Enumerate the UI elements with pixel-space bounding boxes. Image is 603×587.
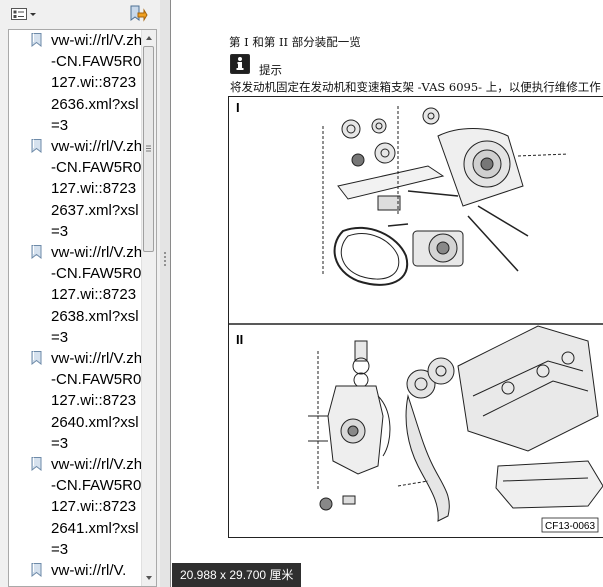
bookmark-label: vw-wi://rl/V.zh-CN.FAW5R0127.wi::8723263…	[51, 138, 143, 240]
document-page: 第 I 和第 II 部分装配一览 提示 将发动机固定在发动机和变速箱支架 -VA…	[171, 0, 603, 587]
grip-icon	[146, 145, 151, 152]
bookmarks-panel: vw-wi://rl/V.zh-CN.FAW5R0127.wi::8723263…	[8, 29, 157, 587]
options-icon	[11, 8, 36, 20]
splitter-grip-icon	[164, 252, 166, 266]
panel-label-ii: II	[236, 332, 243, 347]
bookmark-icon	[31, 351, 42, 365]
bookmark-icon	[31, 563, 42, 577]
bookmarks-sidebar: vw-wi://rl/V.zh-CN.FAW5R0127.wi::8723263…	[0, 0, 161, 587]
scroll-up-arrow-icon[interactable]	[142, 32, 156, 44]
panel-splitter[interactable]	[160, 0, 171, 587]
bookmark-icon	[31, 457, 42, 471]
engine-assembly-figure: I II CF13-0063	[228, 96, 603, 538]
note-text: 将发动机固定在发动机和变速箱支架 -VAS 6095- 上，以便执行维修工作	[230, 80, 601, 94]
info-icon	[230, 54, 250, 74]
bookmark-tool-icon	[130, 5, 148, 22]
bookmarks-scrollbar[interactable]	[141, 30, 156, 586]
bookmark-icon	[31, 139, 42, 153]
bookmark-icon	[31, 33, 42, 47]
bookmark-label: vw-wi://rl/V.zh-CN.FAW5R0127.wi::8723264…	[51, 350, 143, 452]
note-label: 提示	[259, 63, 282, 77]
scroll-down-arrow-icon[interactable]	[142, 572, 156, 584]
bookmark-label: vw-wi://rl/V.zh-CN.FAW5R0127.wi::8723264…	[51, 456, 143, 558]
scrollbar-thumb[interactable]	[143, 46, 154, 252]
page-title: 第 I 和第 II 部分装配一览	[229, 35, 361, 49]
page-size-tooltip: 20.988 x 29.700 厘米	[172, 563, 302, 587]
options-button[interactable]	[10, 4, 38, 24]
bookmark-label: vw-wi://rl/V.	[51, 562, 127, 579]
bookmark-tool-button[interactable]	[128, 4, 150, 24]
bookmark-label: vw-wi://rl/V.zh-CN.FAW5R0127.wi::8723263…	[51, 244, 143, 346]
bookmark-label: vw-wi://rl/V.zh-CN.FAW5R0127.wi::8723263…	[51, 32, 143, 134]
bookmarks-toolbar	[0, 0, 160, 28]
figure-code: CF13-0063	[545, 521, 595, 532]
panel-label-i: I	[236, 100, 240, 115]
bookmark-icon	[31, 245, 42, 259]
